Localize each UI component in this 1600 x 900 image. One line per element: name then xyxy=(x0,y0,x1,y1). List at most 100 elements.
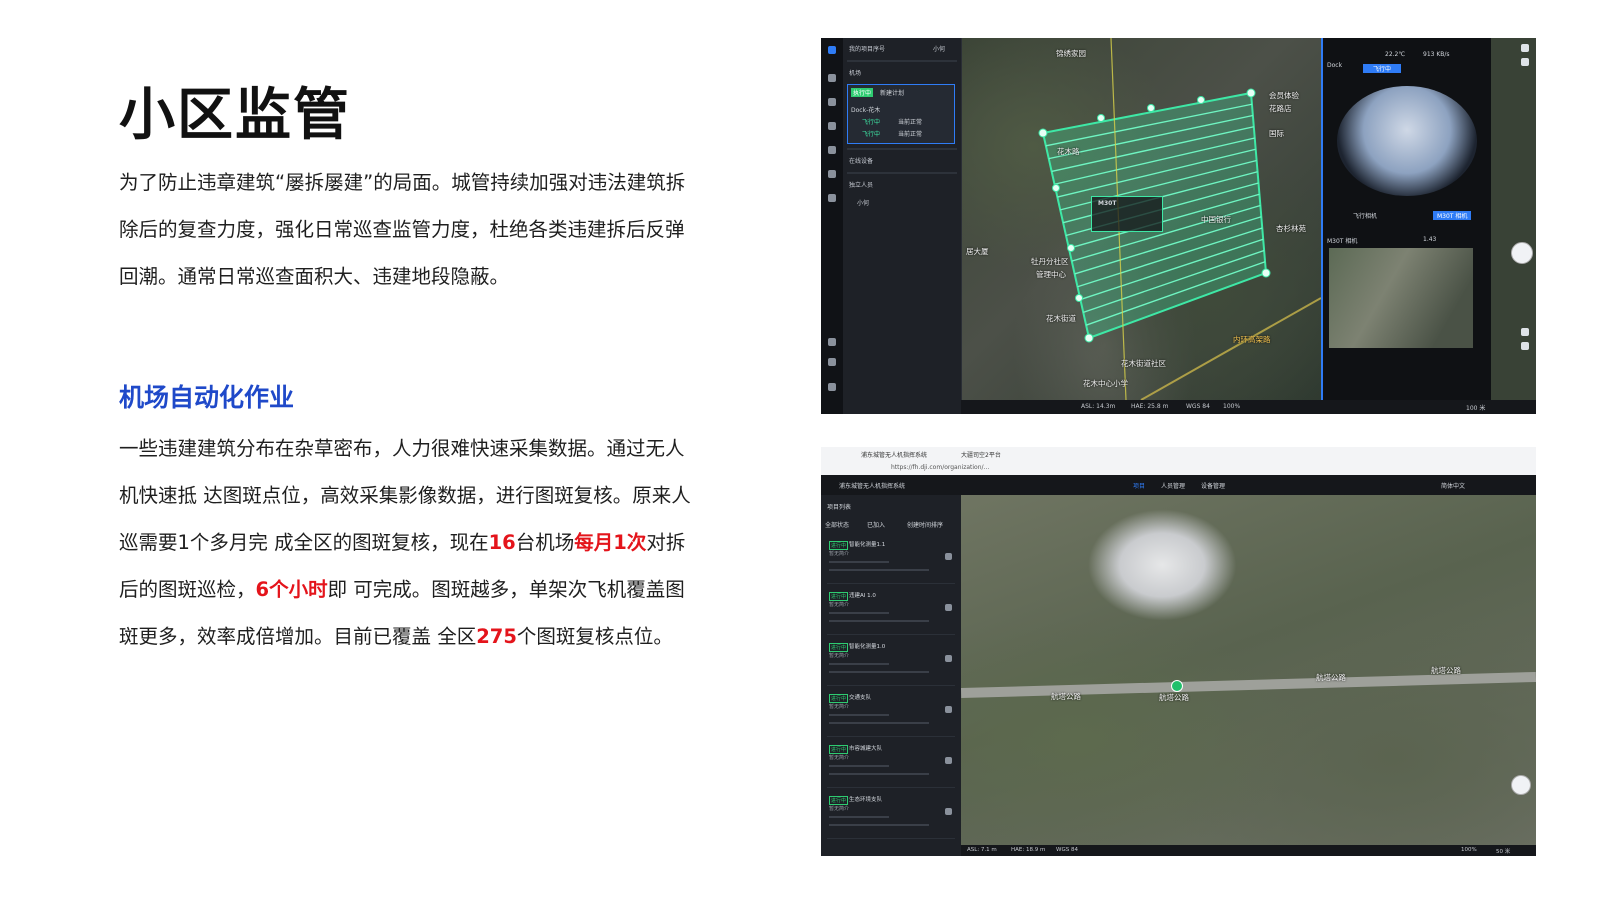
file-icon[interactable] xyxy=(828,146,836,154)
project-description: 暂无简介 xyxy=(829,755,850,761)
project-meta xyxy=(829,663,889,665)
calendar-icon[interactable] xyxy=(828,194,836,202)
dock-label: Dock xyxy=(1327,62,1343,69)
locate-icon[interactable] xyxy=(1521,44,1529,52)
camera-mode-button[interactable]: 飞行相机 xyxy=(1353,211,1377,220)
app-title[interactable]: 浦东城管无人机指挥系统 xyxy=(839,481,905,490)
project-meta xyxy=(829,569,929,571)
panel-header: 我的项目序号 xyxy=(849,46,886,53)
project-meta xyxy=(829,671,929,673)
camera-label-button[interactable]: M30T 相机 xyxy=(1433,211,1472,220)
zoom-out-icon[interactable] xyxy=(1521,342,1529,350)
project-meta xyxy=(829,765,889,767)
app-header: 浦东城管无人机指挥系统 项目 人员管理 设备管理 简体中文 xyxy=(821,475,1536,495)
drone-normal-status: 当前正常 xyxy=(898,131,923,138)
dock-normal-status: 当前正常 xyxy=(898,119,923,126)
enter-project-icon[interactable] xyxy=(945,553,952,560)
project-meta xyxy=(829,824,929,826)
flight-status: 飞行中 xyxy=(1363,64,1402,73)
dock-camera-view[interactable] xyxy=(1337,86,1477,196)
map-label: 花木街道 xyxy=(1046,314,1076,323)
drone-marker[interactable]: M30T xyxy=(1091,196,1163,232)
compass-icon[interactable] xyxy=(1511,775,1531,795)
project-card[interactable]: 进行中 智能化测量1.0 暂无简介 xyxy=(827,639,955,686)
enter-project-icon[interactable] xyxy=(945,655,952,662)
independent-members[interactable]: 独立人员 xyxy=(849,180,873,189)
task-name: 新建计划 xyxy=(880,90,905,97)
settings-icon[interactable] xyxy=(828,338,836,346)
project-meta xyxy=(829,816,889,818)
highlight-duration: 6个小时 xyxy=(255,578,328,601)
map-label: 花木中心小学 xyxy=(1083,379,1128,388)
compass-icon[interactable] xyxy=(1511,242,1533,264)
warning-icon[interactable] xyxy=(828,74,836,82)
device-icon[interactable] xyxy=(828,358,836,366)
divider xyxy=(847,60,957,62)
section-airport[interactable]: 机场 xyxy=(849,68,861,77)
zoom-in-icon[interactable] xyxy=(1521,328,1529,336)
layers-icon[interactable] xyxy=(828,98,836,106)
project-card[interactable]: 进行中 违建AI 1.0 暂无简介 xyxy=(827,588,955,635)
body-text-5: 个图斑复核点位。 xyxy=(516,625,673,648)
project-panel: 我的项目序号 小何 机场 执行中 新建计划 Dock-花木 飞行中 当前正常 飞… xyxy=(843,38,962,414)
zoom-readout: 100% xyxy=(1461,847,1477,853)
browser-tab[interactable]: 大疆司空2平台 xyxy=(961,450,1001,459)
online-devices[interactable]: 在线设备 xyxy=(849,156,873,165)
screenshot-project-map: 浦东城管无人机指挥系统 大疆司空2平台 https://fh.dji.com/o… xyxy=(821,447,1536,856)
map-label: 航塔公路 xyxy=(1316,673,1346,682)
map-label: 航塔公路 xyxy=(1159,693,1189,702)
logout-icon[interactable] xyxy=(828,383,836,391)
globe-icon[interactable] xyxy=(828,122,836,130)
route-icon[interactable] xyxy=(828,170,836,178)
filter-status[interactable]: 全部状态 xyxy=(825,520,849,529)
highlight-frequency: 每月1次 xyxy=(574,531,647,554)
dock-card[interactable]: 执行中 新建计划 Dock-花木 飞行中 当前正常 飞行中 当前正常 xyxy=(847,84,955,144)
bandwidth: 913 KB/s xyxy=(1423,51,1450,58)
temperature: 22.2℃ xyxy=(1385,51,1406,58)
project-card[interactable]: 进行中 交通支队 暂无简介 xyxy=(827,690,955,737)
logo-icon[interactable] xyxy=(828,46,836,54)
enter-project-icon[interactable] xyxy=(945,706,952,713)
enter-project-icon[interactable] xyxy=(945,808,952,815)
project-status-tag: 进行中 xyxy=(829,796,849,805)
member-item[interactable]: 小何 xyxy=(857,198,869,207)
filter-joined[interactable]: 已加入 xyxy=(867,520,885,529)
project-name: 违建AI 1.0 xyxy=(849,593,876,599)
nav-people[interactable]: 人员管理 xyxy=(1161,481,1185,490)
drone-camera-view[interactable] xyxy=(1329,248,1473,348)
nav-devices[interactable]: 设备管理 xyxy=(1201,481,1225,490)
map-status-bar: ASL: 7.1 m HAE: 18.9 m WGS 84 100% 50 米 xyxy=(961,845,1536,856)
section-title: 机场自动化作业 xyxy=(119,383,295,412)
enter-project-icon[interactable] xyxy=(945,757,952,764)
zoom-readout: 100% xyxy=(1223,403,1241,410)
asl-readout: ASL: 14.3m xyxy=(1081,403,1116,410)
project-status-tag: 进行中 xyxy=(829,643,849,652)
map-label: 中国银行 xyxy=(1201,215,1231,224)
left-toolbar xyxy=(821,38,843,414)
measure-icon[interactable] xyxy=(1521,58,1529,66)
project-description: 暂无简介 xyxy=(829,704,850,710)
address-bar[interactable]: https://fh.dji.com/organization/... xyxy=(891,464,989,471)
language-select[interactable]: 简体中文 xyxy=(1441,481,1465,490)
project-name: 交通支队 xyxy=(849,695,872,701)
enter-project-icon[interactable] xyxy=(945,604,952,611)
panel-user[interactable]: 小何 xyxy=(933,44,945,53)
panel-header: 项目列表 xyxy=(827,504,852,511)
map-label: 国际 xyxy=(1269,129,1284,138)
scale-readout: 50 米 xyxy=(1496,849,1511,855)
project-card[interactable]: 进行中 市容城建大队 暂无简介 xyxy=(827,741,955,788)
project-meta xyxy=(829,612,889,614)
divider xyxy=(847,148,957,150)
body-text-2: 台机场 xyxy=(515,531,575,554)
project-description: 暂无简介 xyxy=(829,653,850,659)
browser-tab[interactable]: 浦东城管无人机指挥系统 xyxy=(861,450,927,459)
project-card[interactable]: 进行中 生态环境支队 暂无简介 xyxy=(827,792,955,839)
filter-sort[interactable]: 创建时间排序 xyxy=(907,520,943,529)
nav-projects[interactable]: 项目 xyxy=(1133,481,1145,490)
dock-status: 执行中 xyxy=(851,88,874,97)
map-label: 管理中心 xyxy=(1036,270,1066,279)
map-label: 花木路 xyxy=(1057,147,1080,156)
screenshot-flight-route: 锦绣家园 花木路 会员体验 花路店 国际 花木街道 杏杉林苑 牡丹分社区 管理中… xyxy=(821,38,1536,414)
location-marker[interactable] xyxy=(1171,680,1183,692)
project-card[interactable]: 进行中 智能化测量1.1 暂无简介 xyxy=(827,537,955,584)
